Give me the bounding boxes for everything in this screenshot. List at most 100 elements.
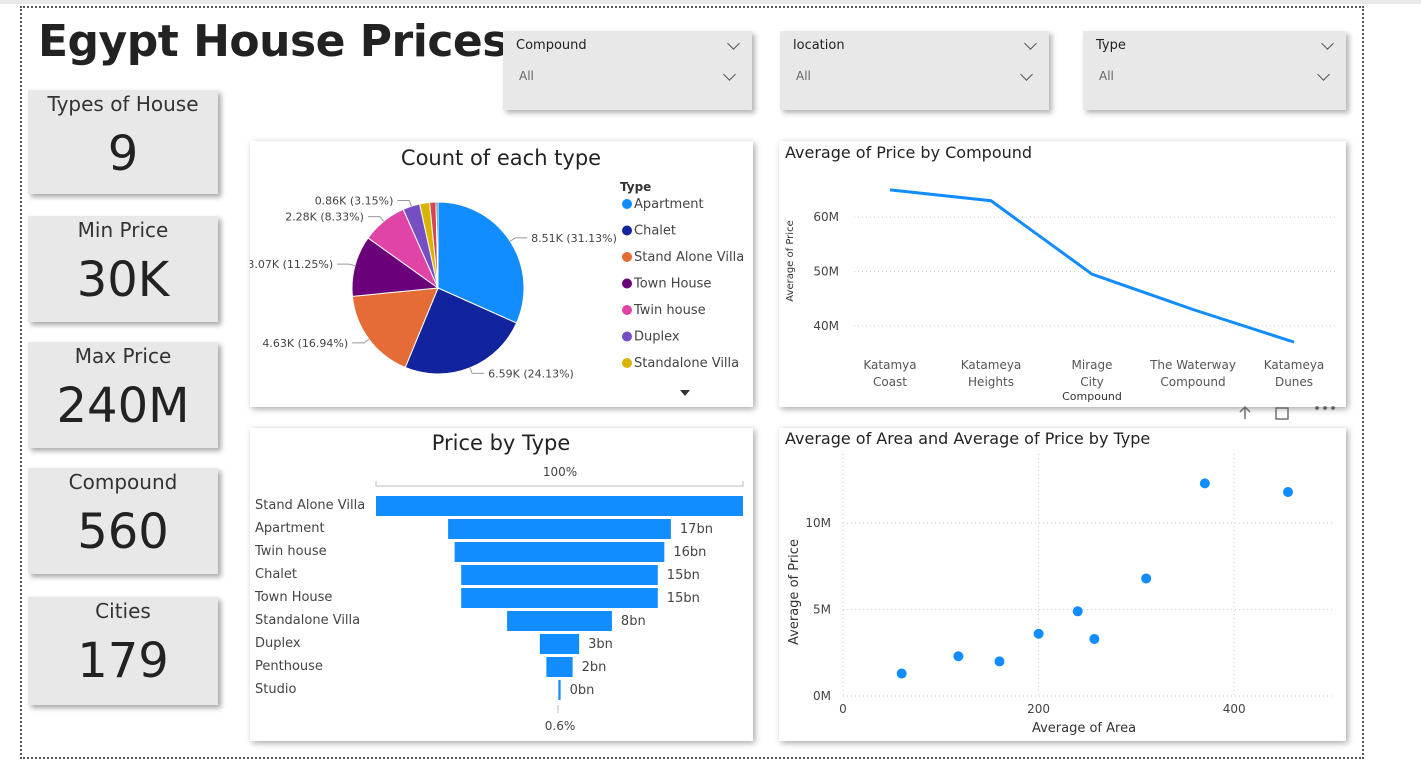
focus-mode-icon[interactable] <box>1275 407 1289 420</box>
scatter-chart-panel[interactable]: Average of Area and Average of Price by … <box>779 428 1346 741</box>
chevron-down-icon[interactable] <box>723 68 736 81</box>
legend-title: Type <box>620 180 651 194</box>
scatter-xtick: 400 <box>1223 702 1246 716</box>
funnel-bar[interactable] <box>454 542 665 562</box>
pie-title: Count of each type <box>401 146 601 170</box>
legend-item[interactable]: Standalone Villa <box>634 356 739 371</box>
pie-data-label: 2.28K (8.33%) <box>285 211 364 224</box>
chevron-down-icon[interactable] <box>1020 68 1033 81</box>
funnel-data-label: 17bn <box>680 522 713 537</box>
line-xtick: Katameya Heights <box>961 358 1022 389</box>
funnel-category-label: Duplex <box>255 636 301 651</box>
slicer-type[interactable]: Type All <box>1083 31 1346 110</box>
funnel-data-label: 8bn <box>621 614 646 629</box>
funnel-bar[interactable] <box>558 680 561 700</box>
scatter-point[interactable] <box>953 651 964 662</box>
pie-chart-panel[interactable]: Count of each type 8.51K (31.13%) 6.59K (… <box>247 141 753 407</box>
card-value: 240M <box>56 378 190 434</box>
scatter-chart: Average of Area and Average of Price by … <box>785 429 1332 736</box>
card-label: Min Price <box>77 218 169 242</box>
line-xtick: Mirage City <box>1072 358 1113 389</box>
funnel-bar[interactable] <box>461 565 658 585</box>
card-min-price[interactable]: Min Price 30K <box>28 216 218 322</box>
scatter-point[interactable] <box>1033 628 1044 639</box>
scatter-title: Average of Area and Average of Price by … <box>785 429 1150 448</box>
line-xtick: Katameya Dunes <box>1264 358 1325 389</box>
pie-chart: Count of each type 8.51K (31.13%) 6.59K (… <box>247 146 744 396</box>
legend-marker <box>622 358 632 368</box>
visual-header-icons <box>1239 406 1335 420</box>
scatter-point[interactable] <box>1199 478 1210 489</box>
funnel-data-label: 3bn <box>588 637 613 652</box>
line-xtick: The Waterway Compound <box>1149 358 1236 389</box>
chevron-down-icon[interactable] <box>1024 37 1037 50</box>
chevron-down-icon[interactable] <box>727 37 740 50</box>
slicer-value[interactable]: All <box>796 69 811 83</box>
pie-data-label: 4.63K (16.94%) <box>262 337 348 350</box>
funnel-bar[interactable] <box>461 588 658 608</box>
funnel-data-label: 2bn <box>582 660 607 675</box>
card-types-of-house[interactable]: Types of House 9 <box>28 90 218 194</box>
top-border <box>0 0 1421 4</box>
scatter-point[interactable] <box>1072 606 1083 617</box>
funnel-bar[interactable] <box>546 657 573 677</box>
line-chart-panel[interactable]: Average of Price by Compound Average of … <box>779 141 1346 407</box>
slicer-title: Compound <box>516 38 587 53</box>
legend-item[interactable]: Twin house <box>633 303 706 318</box>
funnel-top-label: 100% <box>543 465 577 479</box>
scatter-point[interactable] <box>994 656 1005 667</box>
funnel-bottom-label: 0.6% <box>545 719 576 733</box>
funnel-category-label: Town House <box>254 590 332 605</box>
card-label: Cities <box>95 599 151 623</box>
pie-data-label: 3.07K (11.25%) <box>250 258 333 271</box>
line-chart: Average of Price by Compound Average of … <box>785 143 1335 403</box>
funnel-category-label: Stand Alone Villa <box>255 498 365 513</box>
slicer-value[interactable]: All <box>519 69 534 83</box>
funnel-category-label: Standalone Villa <box>255 613 360 628</box>
line-series <box>889 188 1295 344</box>
chevron-down-icon[interactable] <box>1321 37 1334 50</box>
legend-item[interactable]: Duplex <box>634 330 680 345</box>
legend-more-arrow-icon[interactable] <box>680 390 690 396</box>
legend-item[interactable]: Chalet <box>634 224 676 239</box>
card-value: 9 <box>107 126 139 182</box>
price-by-type-panel[interactable]: Price by Type 100% Stand Alone Villa Apar… <box>250 428 753 741</box>
funnel-data-label: 0bn <box>570 683 595 698</box>
scatter-ylabel: Average of Price <box>787 539 802 645</box>
funnel-bar[interactable] <box>539 634 580 654</box>
funnel-data-label: 15bn <box>667 591 700 606</box>
legend-item[interactable]: Stand Alone Villa <box>634 250 744 265</box>
slicer-value[interactable]: All <box>1099 69 1114 83</box>
funnel-data-label: 16bn <box>673 545 706 560</box>
funnel-category-label: Studio <box>255 682 296 697</box>
scatter-ytick: 5M <box>813 603 831 617</box>
scatter-point[interactable] <box>896 668 907 679</box>
slicer-compound[interactable]: Compound All <box>503 31 752 110</box>
card-compound[interactable]: Compound 560 <box>28 468 218 574</box>
card-max-price[interactable]: Max Price 240M <box>28 342 218 448</box>
legend-item[interactable]: Town House <box>633 277 711 292</box>
slicer-location[interactable]: location All <box>780 31 1049 110</box>
chevron-down-icon[interactable] <box>1317 68 1330 81</box>
pie-data-label: 8.51K (31.13%) <box>531 232 617 245</box>
funnel-bar[interactable] <box>376 496 743 516</box>
legend-marker <box>622 225 632 236</box>
scatter-point[interactable] <box>1089 633 1100 644</box>
scatter-point[interactable] <box>1141 573 1152 584</box>
legend-marker <box>622 278 632 289</box>
slicer-title: Type <box>1096 38 1126 53</box>
funnel-bar[interactable] <box>448 519 671 539</box>
card-cities[interactable]: Cities 179 <box>28 597 218 705</box>
slicer-title: location <box>793 38 845 53</box>
scatter-xtick: 0 <box>839 702 847 716</box>
legend-item[interactable]: Apartment <box>634 197 704 212</box>
scatter-point[interactable] <box>1282 487 1293 498</box>
pin-icon[interactable] <box>1239 406 1251 419</box>
funnel-data-label: 15bn <box>667 568 700 583</box>
scatter-ytick: 10M <box>805 516 831 530</box>
more-options-icon[interactable] <box>1315 406 1319 410</box>
funnel-bar[interactable] <box>507 611 612 631</box>
scatter-xlabel: Average of Area <box>1032 721 1136 736</box>
card-value: 560 <box>77 504 169 560</box>
line-xlabel: Compound <box>1062 390 1122 403</box>
